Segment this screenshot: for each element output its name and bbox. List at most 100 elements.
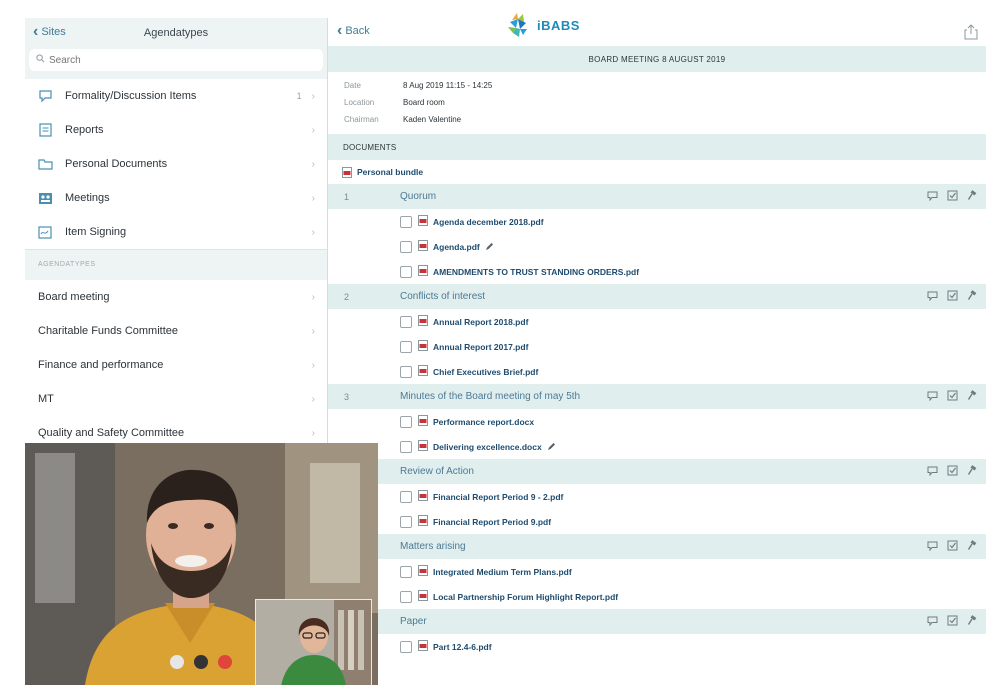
agenda-item-title: Review of Action <box>400 466 474 477</box>
document-row[interactable]: Annual Report 2018.pdf <box>328 309 986 334</box>
personal-bundle-link[interactable]: Personal bundle <box>328 160 986 184</box>
nav-item-label: Reports <box>65 124 104 136</box>
agendatype-item[interactable]: Charitable Funds Committee › <box>25 314 327 349</box>
date-row: Date 8 Aug 2019 11:15 - 14:25 <box>328 77 986 94</box>
comment-icon[interactable] <box>927 463 938 481</box>
document-row[interactable]: Annual Report 2017.pdf <box>328 334 986 359</box>
document-row[interactable]: Financial Report Period 9 - 2.pdf <box>328 484 986 509</box>
search-input[interactable] <box>49 54 309 66</box>
agendatype-item[interactable]: Finance and performance › <box>25 348 327 383</box>
document-checkbox[interactable] <box>400 515 412 528</box>
pdf-icon <box>418 438 433 456</box>
agenda-item-header[interactable]: 2 Conflicts of interest <box>328 284 986 309</box>
document-name[interactable]: Delivering excellence.docx <box>433 442 542 452</box>
document-name[interactable]: Financial Report Period 9.pdf <box>433 517 551 527</box>
hammer-icon[interactable] <box>967 188 978 206</box>
agenda-item-header[interactable]: 3 Minutes of the Board meeting of may 5th <box>328 384 986 409</box>
document-name[interactable]: Agenda.pdf <box>433 242 480 252</box>
end-call-button[interactable] <box>218 655 232 669</box>
document-checkbox[interactable] <box>400 240 412 253</box>
document-row[interactable]: Part 12.4-6.pdf <box>328 634 986 659</box>
pdf-icon <box>418 213 433 231</box>
checkbox-icon[interactable] <box>947 388 958 406</box>
nav-item-personal-documents[interactable]: Personal Documents › <box>25 147 327 182</box>
meetings-icon <box>37 191 53 205</box>
document-checkbox[interactable] <box>400 590 412 603</box>
document-checkbox[interactable] <box>400 265 412 278</box>
agenda-item-number: 3 <box>344 391 350 402</box>
document-row[interactable]: Integrated Medium Term Plans.pdf <box>328 559 986 584</box>
checkbox-icon[interactable] <box>947 188 958 206</box>
comment-icon[interactable] <box>927 188 938 206</box>
document-checkbox[interactable] <box>400 315 412 328</box>
comment-icon[interactable] <box>927 538 938 556</box>
document-checkbox[interactable] <box>400 640 412 653</box>
document-checkbox[interactable] <box>400 340 412 353</box>
agendatype-item[interactable]: MT › <box>25 382 327 417</box>
mute-button[interactable] <box>170 655 184 669</box>
comment-icon[interactable] <box>927 388 938 406</box>
document-name[interactable]: Part 12.4-6.pdf <box>433 642 492 652</box>
share-icon[interactable] <box>964 24 978 45</box>
document-checkbox[interactable] <box>400 415 412 428</box>
document-row[interactable]: Local Partnership Forum Highlight Report… <box>328 584 986 609</box>
agenda-item-header[interactable]: 1 Quorum <box>328 184 986 209</box>
document-checkbox[interactable] <box>400 365 412 378</box>
comment-icon[interactable] <box>927 288 938 306</box>
checkbox-icon[interactable] <box>947 288 958 306</box>
back-button[interactable]: ‹ Back <box>337 23 370 39</box>
top-bar: ‹ Back iBABS <box>328 0 986 46</box>
document-name[interactable]: Annual Report 2017.pdf <box>433 342 528 352</box>
document-name[interactable]: AMENDMENTS TO TRUST STANDING ORDERS.pdf <box>433 267 639 277</box>
checkbox-icon[interactable] <box>947 613 958 631</box>
document-checkbox[interactable] <box>400 215 412 228</box>
self-view-video[interactable] <box>255 599 372 685</box>
document-name[interactable]: Agenda december 2018.pdf <box>433 217 544 227</box>
document-row[interactable]: Performance report.docx <box>328 409 986 434</box>
document-name[interactable]: Annual Report 2018.pdf <box>433 317 528 327</box>
hammer-icon[interactable] <box>967 463 978 481</box>
document-name[interactable]: Financial Report Period 9 - 2.pdf <box>433 492 563 502</box>
search-bar[interactable] <box>29 49 323 71</box>
nav-item-item-signing[interactable]: Item Signing › <box>25 215 327 250</box>
chevron-right-icon: › <box>311 226 315 238</box>
document-row[interactable]: Delivering excellence.docx <box>328 434 986 459</box>
document-row[interactable]: Agenda december 2018.pdf <box>328 209 986 234</box>
document-name[interactable]: Integrated Medium Term Plans.pdf <box>433 567 572 577</box>
comment-icon[interactable] <box>927 613 938 631</box>
chevron-right-icon: › <box>311 158 315 170</box>
hammer-icon[interactable] <box>967 288 978 306</box>
meeting-title: BOARD MEETING 8 AUGUST 2019 <box>328 46 986 72</box>
nav-item-formality-discussion-items[interactable]: Formality/Discussion Items 1 › <box>25 79 327 114</box>
agendatype-item[interactable]: Board meeting › <box>25 280 327 315</box>
chevron-right-icon: › <box>311 393 315 405</box>
hammer-icon[interactable] <box>967 613 978 631</box>
document-checkbox[interactable] <box>400 440 412 453</box>
document-row[interactable]: Agenda.pdf <box>328 234 986 259</box>
nav-item-meetings[interactable]: Meetings › <box>25 181 327 216</box>
document-row[interactable]: Financial Report Period 9.pdf <box>328 509 986 534</box>
checkbox-icon[interactable] <box>947 463 958 481</box>
hammer-icon[interactable] <box>967 538 978 556</box>
document-checkbox[interactable] <box>400 490 412 503</box>
document-name[interactable]: Performance report.docx <box>433 417 534 427</box>
chevron-right-icon: › <box>311 124 315 136</box>
video-call-overlay[interactable] <box>25 443 378 685</box>
nav-item-reports[interactable]: Reports › <box>25 113 327 148</box>
ibabs-app: ‹ Sites Agendatypes Formality/Discussion… <box>0 0 986 685</box>
document-row[interactable]: AMENDMENTS TO TRUST STANDING ORDERS.pdf <box>328 259 986 284</box>
pdf-icon <box>418 638 433 656</box>
document-checkbox[interactable] <box>400 565 412 578</box>
chairman-row: Chairman Kaden Valentine <box>328 111 986 128</box>
hammer-icon[interactable] <box>967 388 978 406</box>
chevron-right-icon: › <box>311 90 315 102</box>
document-name[interactable]: Local Partnership Forum Highlight Report… <box>433 592 618 602</box>
agenda-item-header[interactable]: Review of Action <box>328 459 986 484</box>
document-name[interactable]: Chief Executives Brief.pdf <box>433 367 538 377</box>
agenda-item-header[interactable]: Paper <box>328 609 986 634</box>
checkbox-icon[interactable] <box>947 538 958 556</box>
camera-button[interactable] <box>194 655 208 669</box>
agenda-item-header[interactable]: Matters arising <box>328 534 986 559</box>
folder-icon <box>37 157 53 171</box>
document-row[interactable]: Chief Executives Brief.pdf <box>328 359 986 384</box>
